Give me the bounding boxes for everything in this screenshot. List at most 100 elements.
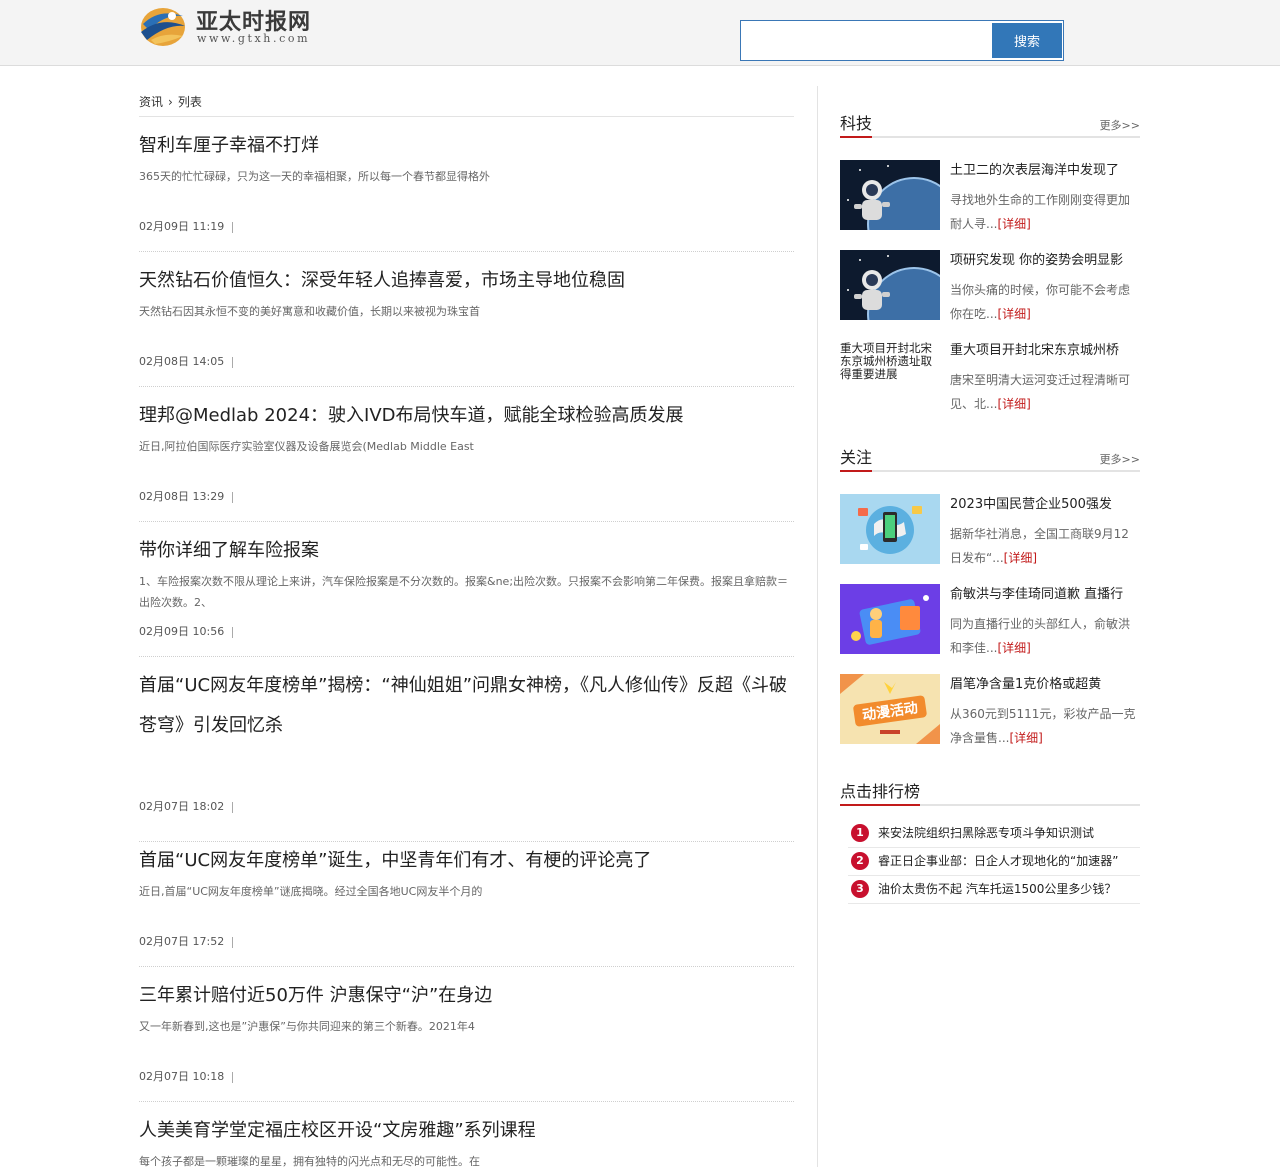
sidebar-section-header-tech: 科技 更多>> <box>840 114 1140 138</box>
desc-text: 寻找地外生命的工作刚刚变得更加耐人寻... <box>950 193 1131 231</box>
article-summary: 近日,阿拉伯国际医疗实验室仪器及设备展览会(Medlab Middle East <box>139 440 474 453</box>
article-summary: 又一年新春到,这也是”沪惠保”与你共同迎来的第三个新春。2021年4 <box>139 1020 475 1033</box>
article-title-link[interactable]: 首届“UC网友年度榜单”诞生，中坚青年们有才、有梗的评论亮了 <box>139 841 794 881</box>
promo-banner-image: 动漫活动 <box>840 674 940 744</box>
divider <box>232 1071 234 1083</box>
article-item: 人美美育学堂定福庄校区开设“文房雅趣”系列课程 每个孩子都是一颗璀璨的星星，拥有… <box>139 1111 794 1167</box>
article-item: 理邦@Medlab 2024：驶入IVD布局快车道，赋能全球检验高质发展 近日,… <box>139 396 794 522</box>
sidebar-news-desc: 当你头痛的时候，你可能不会考虑你在吃...[详细] <box>950 278 1140 326</box>
breadcrumb: 资讯 › 列表 <box>139 93 202 110</box>
article-title-link[interactable]: 三年累计赔付近50万件 沪惠保守“沪”在身边 <box>139 976 794 1016</box>
more-link[interactable]: 更多>> <box>1100 451 1140 467</box>
sidebar-news-item: 重大项目开封北宋东京城州桥遗址取得重要进展 重大项目开封北宋东京城州桥 唐宋至明… <box>840 340 1140 412</box>
sidebar-news-item: 项研究发现 你的姿势会明显影 当你头痛的时候，你可能不会考虑你在吃...[详细] <box>840 250 1140 322</box>
divider <box>232 801 234 813</box>
article-date-text: 02月09日 11:19 <box>139 220 225 233</box>
section-title: 点击排行榜 <box>840 782 921 806</box>
article-date: 02月08日 14:05 <box>139 353 234 369</box>
logo-icon <box>141 8 185 46</box>
article-date-text: 02月07日 18:02 <box>139 800 225 813</box>
shopping-illustration-thumbnail[interactable] <box>840 584 940 654</box>
ranking-item-link[interactable]: 睿正日企事业部：日企人才现地化的“加速器” <box>878 852 1118 869</box>
article-summary: 每个孩子都是一颗璀璨的星星，拥有独特的闪光点和无尽的可能性。在 <box>139 1155 480 1167</box>
article-item: 智利车厘子幸福不打烊 365天的忙忙碌碌，只为这一天的幸福相聚，所以每一个春节都… <box>139 126 794 252</box>
sidebar-news-desc: 从360元到5111元，彩妆产品一克净含量售...[详细] <box>950 702 1140 750</box>
desc-text: 据新华社消息，全国工商联9月12日发布“... <box>950 527 1129 565</box>
sidebar-news-title[interactable]: 2023中国民营企业500强发 <box>950 494 1140 516</box>
section-title: 关注 <box>840 448 873 472</box>
detail-link[interactable]: [详细] <box>1004 551 1037 565</box>
sidebar-news-desc: 据新华社消息，全国工商联9月12日发布“...[详细] <box>950 522 1140 570</box>
divider <box>232 221 234 233</box>
section-title: 科技 <box>840 114 873 138</box>
ranking-list: 1 来安法院组织扫黑除恶专项斗争知识测试 2 睿正日企事业部：日企人才现地化的“… <box>848 820 1140 904</box>
article-title-link[interactable]: 首届“UC网友年度榜单”揭榜：“神仙姐姐”问鼎女神榜，《凡人修仙传》反超《斗破苍… <box>139 666 794 746</box>
thumbnail-caption: 重大项目开封北宋东京城州桥遗址取得重要进展 <box>840 341 932 381</box>
sidebar-news-title[interactable]: 土卫二的次表层海洋中发现了 <box>950 160 1140 182</box>
sidebar-news-item: 土卫二的次表层海洋中发现了 寻找地外生命的工作刚刚变得更加耐人寻...[详细] <box>840 160 1140 232</box>
rank-number-badge: 2 <box>851 852 869 870</box>
text-thumbnail[interactable]: 重大项目开封北宋东京城州桥遗址取得重要进展 <box>840 340 940 410</box>
divider <box>232 356 234 368</box>
article-item: 天然钻石价值恒久：深受年轻人追捧喜爱，市场主导地位稳固 天然钻石因其永恒不变的美… <box>139 261 794 387</box>
desc-text: 唐宋至明清大运河变迁过程清晰可见、北... <box>950 373 1131 411</box>
astronaut-image <box>840 160 940 230</box>
globe-phone-image <box>840 494 940 564</box>
ranking-item-link[interactable]: 油价太贵伤不起 汽车托运1500公里多少钱？ <box>878 880 1116 897</box>
desc-text: 同为直播行业的头部红人，俞敏洪和李佳... <box>950 617 1131 655</box>
chevron-right-icon: › <box>168 95 173 109</box>
article-summary: 天然钻石因其永恒不变的美好寓意和收藏价值，长期以来被视为珠宝首 <box>139 305 480 318</box>
desc-text: 当你头痛的时候，你可能不会考虑你在吃... <box>950 283 1131 321</box>
search-input[interactable] <box>741 21 990 60</box>
sidebar-news-item: 俞敏洪与李佳琦同道歉 直播行 同为直播行业的头部红人，俞敏洪和李佳...[详细] <box>840 584 1140 656</box>
astronaut-thumbnail[interactable] <box>840 250 940 320</box>
sidebar-news-title[interactable]: 重大项目开封北宋东京城州桥 <box>950 340 1140 362</box>
article-title-link[interactable]: 天然钻石价值恒久：深受年轻人追捧喜爱，市场主导地位稳固 <box>139 261 794 301</box>
search-button[interactable]: 搜索 <box>992 23 1062 58</box>
promo-banner-thumbnail[interactable]: 动漫活动 <box>840 674 940 744</box>
article-title-link[interactable]: 理邦@Medlab 2024：驶入IVD布局快车道，赋能全球检验高质发展 <box>139 396 794 436</box>
article-title-link[interactable]: 人美美育学堂定福庄校区开设“文房雅趣”系列课程 <box>139 1111 794 1151</box>
article-title-link[interactable]: 带你详细了解车险报案 <box>139 531 794 571</box>
rank-number-badge: 3 <box>851 880 869 898</box>
more-link[interactable]: 更多>> <box>1100 117 1140 133</box>
divider <box>139 116 794 117</box>
ranking-item-link[interactable]: 来安法院组织扫黑除恶专项斗争知识测试 <box>878 824 1094 841</box>
article-date: 02月08日 13:29 <box>139 488 234 504</box>
detail-link[interactable]: [详细] <box>997 641 1030 655</box>
sidebar-news-title[interactable]: 眉笔净含量1克价格或超黄 <box>950 674 1140 696</box>
article-summary: 365天的忙忙碌碌，只为这一天的幸福相聚，所以每一个春节都显得格外 <box>139 170 490 183</box>
detail-link[interactable]: [详细] <box>997 217 1030 231</box>
article-date-text: 02月07日 17:52 <box>139 935 225 948</box>
globe-phone-thumbnail[interactable] <box>840 494 940 564</box>
ranking-item: 2 睿正日企事业部：日企人才现地化的“加速器” <box>848 848 1140 876</box>
sidebar-section-header-ranking: 点击排行榜 <box>840 782 1140 806</box>
ranking-item: 3 油价太贵伤不起 汽车托运1500公里多少钱？ <box>848 876 1140 904</box>
astronaut-thumbnail[interactable] <box>840 160 940 230</box>
sidebar-news-title[interactable]: 俞敏洪与李佳琦同道歉 直播行 <box>950 584 1140 606</box>
sidebar-news-title[interactable]: 项研究发现 你的姿势会明显影 <box>950 250 1140 272</box>
breadcrumb-current: 列表 <box>177 95 202 109</box>
site-logo[interactable]: 亚太时报网 www.gtxh.com <box>139 2 329 50</box>
detail-link[interactable]: [详细] <box>1009 731 1042 745</box>
detail-link[interactable]: [详细] <box>997 397 1030 411</box>
column-divider <box>817 86 818 1167</box>
breadcrumb-root-link[interactable]: 资讯 <box>139 95 163 109</box>
detail-link[interactable]: [详细] <box>997 307 1030 321</box>
article-summary: 1、车险报案次数不限从理论上来讲，汽车保险报案是不分次数的。报案&ne;出险次数… <box>139 575 789 609</box>
article-title-link[interactable]: 智利车厘子幸福不打烊 <box>139 126 794 166</box>
divider <box>232 626 234 638</box>
article-date: 02月09日 11:19 <box>139 218 234 234</box>
ranking-item: 1 来安法院组织扫黑除恶专项斗争知识测试 <box>848 820 1140 848</box>
astronaut-image <box>840 250 940 320</box>
article-date-text: 02月08日 14:05 <box>139 355 225 368</box>
article-item: 首届“UC网友年度榜单”揭榜：“神仙姐姐”问鼎女神榜，《凡人修仙传》反超《斗破苍… <box>139 666 794 842</box>
article-date-text: 02月08日 13:29 <box>139 490 225 503</box>
article-date: 02月07日 18:02 <box>139 798 234 814</box>
shopping-illustration-image <box>840 584 940 654</box>
rank-number-badge: 1 <box>851 824 869 842</box>
article-item: 带你详细了解车险报案 1、车险报案次数不限从理论上来讲，汽车保险报案是不分次数的… <box>139 531 794 657</box>
sidebar-section-header-focus: 关注 更多>> <box>840 448 1140 472</box>
article-date: 02月07日 10:18 <box>139 1068 234 1084</box>
article-date: 02月07日 17:52 <box>139 933 234 949</box>
